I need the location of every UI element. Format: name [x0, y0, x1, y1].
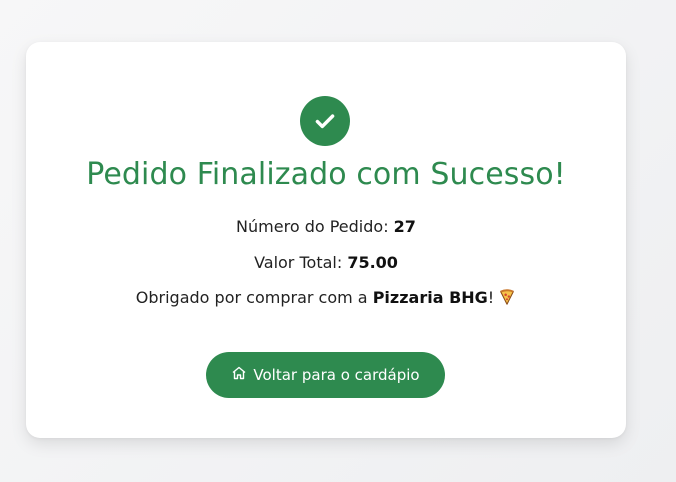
page-title: Pedido Finalizado com Sucesso!	[86, 157, 566, 192]
order-number-value: 27	[393, 217, 416, 236]
back-to-menu-label: Voltar para o cardápio	[253, 366, 420, 384]
check-icon	[300, 96, 350, 146]
thanks-line: Obrigado por comprar com a Pizzaria BHG!	[26, 287, 626, 309]
store-name: Pizzaria BHG	[372, 288, 488, 307]
back-to-menu-button[interactable]: Voltar para o cardápio	[206, 352, 445, 398]
pizza-icon	[498, 288, 516, 306]
success-card: Pedido Finalizado com Sucesso! Número do…	[26, 42, 626, 438]
order-number-label: Número do Pedido:	[236, 217, 389, 236]
total-line: Valor Total: 75.00	[26, 252, 626, 274]
thanks-prefix: Obrigado por comprar com a	[135, 288, 368, 307]
total-value: 75.00	[347, 253, 398, 272]
home-icon	[231, 365, 247, 385]
thanks-suffix: !	[487, 288, 495, 307]
order-number-line: Número do Pedido: 27	[26, 216, 626, 238]
total-label: Valor Total:	[254, 253, 343, 272]
